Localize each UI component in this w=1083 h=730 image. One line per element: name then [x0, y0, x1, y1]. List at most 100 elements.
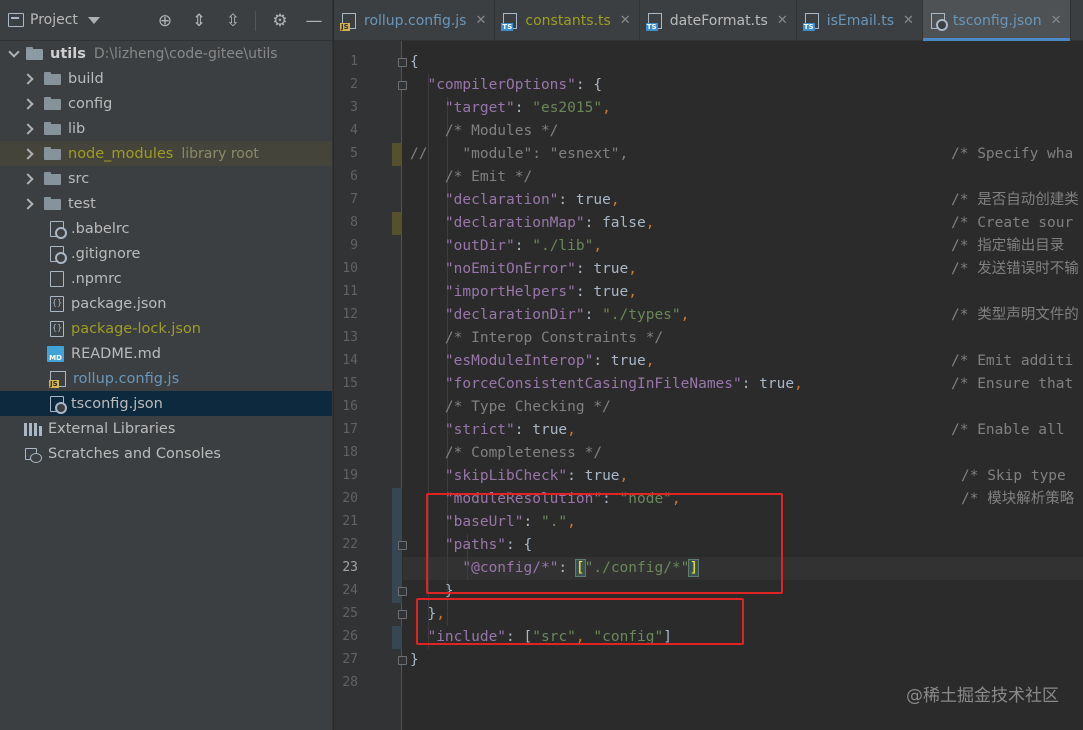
tab-tsconfig[interactable]: tsconfig.json ✕: [922, 0, 1071, 41]
tree-item-package-lock-json[interactable]: package-lock.json: [0, 316, 332, 341]
code-line: "declarationMap": false,: [444, 215, 655, 231]
editor-tab-bar: JS rollup.config.js ✕ TS constants.ts ✕ …: [334, 0, 1083, 41]
tree-item-src[interactable]: src: [0, 166, 332, 191]
tree-item-rollup-config[interactable]: rollup.config.js: [0, 366, 332, 391]
locate-file-icon[interactable]: ⊕: [155, 11, 175, 31]
project-panel: Project ⊕ ⇕ ⇳ ⚙ — utils D:\lizheng\code-…: [0, 0, 333, 730]
line-number: 16: [342, 399, 358, 414]
line-number-gutter[interactable]: 1 2 3 4 5 6 7 8 9 10 11 12 13 14 15 16 17 18 19 20 21 22 23 24 2…: [334, 41, 407, 730]
code-line: "skipLibCheck": true,: [444, 468, 629, 484]
collapse-all-icon[interactable]: ⇳: [223, 11, 243, 31]
gear-icon[interactable]: ⚙: [270, 11, 290, 31]
typescript-file-icon: TS: [802, 12, 819, 31]
chevron-down-icon[interactable]: [8, 45, 20, 58]
tree-item-label: rollup.config.js: [73, 370, 180, 387]
chevron-right-icon[interactable]: [22, 122, 34, 135]
close-icon[interactable]: ✕: [475, 13, 486, 28]
line-number: 19: [342, 468, 358, 483]
code-line: "declaration": true,: [444, 192, 620, 208]
vcs-change-marker[interactable]: [392, 143, 402, 166]
code-line: "compilerOptions": {: [427, 77, 603, 93]
project-view-title[interactable]: Project: [30, 12, 78, 28]
line-number: 9: [350, 238, 358, 253]
vcs-change-marker[interactable]: [392, 626, 402, 649]
line-number: 8: [350, 215, 358, 230]
close-icon[interactable]: ✕: [903, 13, 914, 28]
code-line: "esModuleInterop": true,: [444, 353, 655, 369]
code-line: }: [410, 652, 419, 668]
line-number: 7: [350, 192, 358, 207]
close-icon[interactable]: ✕: [1051, 13, 1062, 28]
tree-item-babelrc[interactable]: .babelrc: [0, 216, 332, 241]
close-icon[interactable]: ✕: [777, 13, 788, 28]
tree-item-tsconfig[interactable]: tsconfig.json: [0, 391, 332, 416]
tree-item-label: .babelrc: [71, 220, 130, 237]
line-number: 25: [342, 606, 358, 621]
config-file-icon: [50, 245, 67, 264]
inline-comment: /* Skip type: [961, 468, 1066, 484]
tree-item-external-libraries[interactable]: External Libraries: [0, 416, 332, 441]
chevron-right-icon[interactable]: [22, 172, 34, 185]
tree-item-readme[interactable]: MD README.md: [0, 341, 332, 366]
tree-item-npmrc[interactable]: .npmrc: [0, 266, 332, 291]
inline-comment: /* 模块解析策略: [961, 491, 1075, 507]
project-window-icon: [8, 13, 24, 27]
chevron-down-icon[interactable]: [87, 16, 100, 24]
line-number: 28: [342, 675, 358, 690]
close-icon[interactable]: ✕: [620, 13, 631, 28]
tree-item-scratches[interactable]: Scratches and Consoles: [0, 441, 332, 466]
javascript-file-icon: JS: [340, 12, 356, 31]
tree-item-lib[interactable]: lib: [0, 116, 332, 141]
highlight-box-paths: [426, 493, 783, 594]
tree-item-label: README.md: [71, 345, 161, 362]
line-number: 20: [342, 491, 358, 506]
project-panel-header: Project ⊕ ⇕ ⇳ ⚙ —: [0, 0, 332, 41]
folder-icon: [26, 47, 43, 60]
text-file-icon: [50, 270, 64, 287]
vcs-change-marker[interactable]: [392, 212, 402, 235]
line-number: 18: [342, 445, 358, 460]
tree-item-label: .npmrc: [71, 270, 122, 287]
watermark: @稀土掘金技术社区: [906, 686, 1059, 706]
tree-item-build[interactable]: build: [0, 66, 332, 91]
chevron-right-icon[interactable]: [22, 147, 34, 160]
code-line: /* Modules */: [444, 123, 559, 139]
tree-item-gitignore[interactable]: .gitignore: [0, 241, 332, 266]
tree-item-label: src: [68, 170, 90, 187]
tree-item-package-json[interactable]: package.json: [0, 291, 332, 316]
line-number: 15: [342, 376, 358, 391]
line-number: 21: [342, 514, 358, 529]
line-number: 27: [342, 652, 358, 667]
tab-is-email[interactable]: TS isEmail.ts ✕: [797, 0, 923, 41]
tree-item-utils[interactable]: utils D:\lizheng\code-gitee\utils: [0, 41, 332, 66]
tab-rollup-config[interactable]: JS rollup.config.js ✕: [334, 0, 496, 41]
tree-item-label: package-lock.json: [71, 320, 201, 337]
line-number: 26: [342, 629, 358, 644]
tree-item-config[interactable]: config: [0, 91, 332, 116]
code-line: "outDir": "./lib",: [444, 238, 603, 254]
config-file-icon: [50, 220, 67, 239]
tree-item-node-modules[interactable]: node_modules library root: [0, 141, 332, 166]
line-number: 1: [350, 54, 358, 69]
chevron-right-icon[interactable]: [22, 97, 34, 110]
tree-item-label: utils: [50, 45, 86, 62]
hide-panel-icon[interactable]: —: [304, 11, 324, 31]
code-line: "forceConsistentCasingInFileNames": true…: [444, 376, 803, 392]
tab-date-format[interactable]: TS dateFormat.ts ✕: [640, 0, 797, 41]
json-file-icon: [50, 320, 64, 337]
tree-item-test[interactable]: test: [0, 191, 332, 216]
folder-icon: [44, 122, 61, 135]
folder-icon: [44, 172, 61, 185]
chevron-right-icon[interactable]: [22, 197, 34, 210]
code-line: "declarationDir": "./types",: [444, 307, 690, 323]
line-number: 12: [342, 307, 358, 322]
chevron-right-icon[interactable]: [22, 72, 34, 85]
line-number: 14: [342, 353, 358, 368]
expand-all-icon[interactable]: ⇕: [189, 11, 209, 31]
tree-item-label: test: [68, 195, 96, 212]
inline-comment: /* Specify wha: [951, 146, 1074, 162]
code-line: "noEmitOnError": true,: [444, 261, 637, 277]
code-line: "strict": true,: [444, 422, 576, 438]
inline-comment: /* Emit additi: [951, 353, 1074, 369]
tab-constants[interactable]: TS constants.ts ✕: [495, 0, 640, 41]
